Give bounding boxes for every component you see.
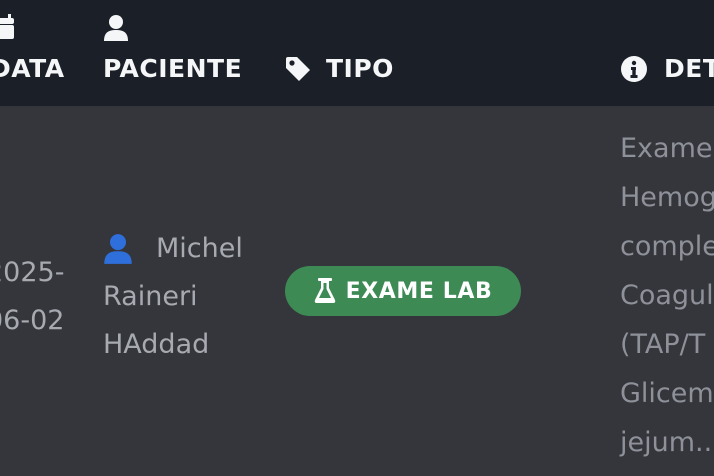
type-badge-label: EXAME LAB xyxy=(345,278,493,304)
calendar-icon xyxy=(0,14,16,46)
table-row[interactable]: 2025- 06-02 Michel Raineri HAddad EXAME … xyxy=(0,106,714,476)
user-icon xyxy=(103,233,133,281)
details-line: Exame xyxy=(620,133,713,164)
flask-icon xyxy=(314,278,336,304)
date-cell: 2025- 06-02 xyxy=(0,249,82,345)
details-line: comple xyxy=(620,231,714,262)
header-details[interactable]: DET xyxy=(664,54,714,83)
header-patient[interactable]: PACIENTE xyxy=(103,54,242,83)
date-line: 2025- xyxy=(0,257,65,288)
patient-cell[interactable]: Michel Raineri HAddad xyxy=(103,225,283,369)
tag-icon xyxy=(285,56,311,86)
details-line: (TAP/T xyxy=(620,329,706,360)
user-icon xyxy=(103,14,129,46)
header-type[interactable]: TIPO xyxy=(326,54,394,83)
type-badge: EXAME LAB xyxy=(285,266,521,316)
details-cell: Exame Hemog comple Coagul (TAP/T Glicem … xyxy=(620,124,714,467)
info-circle-icon xyxy=(620,55,648,87)
details-line: Glicem xyxy=(620,378,714,409)
details-line: Coagul xyxy=(620,280,714,311)
header-date[interactable]: DATA xyxy=(0,54,65,83)
details-line: Hemog xyxy=(620,182,714,213)
table-header: DATA PACIENTE TIPO DET xyxy=(0,0,714,106)
patient-name-line: HAddad xyxy=(103,329,210,360)
details-line: jejum.. xyxy=(620,427,713,458)
date-line: 06-02 xyxy=(0,305,65,336)
